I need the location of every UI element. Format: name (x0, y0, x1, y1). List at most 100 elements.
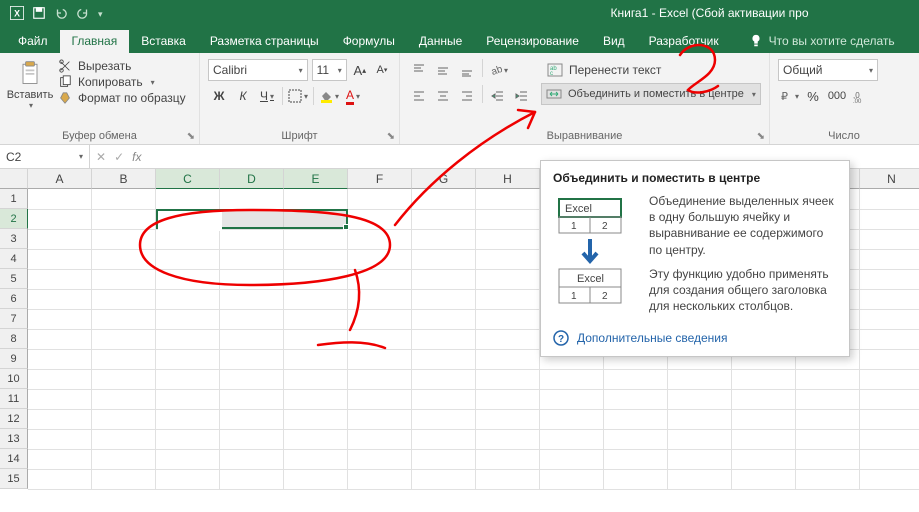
cell-F14[interactable] (348, 449, 412, 469)
name-box[interactable]: C2▾ (0, 145, 90, 168)
dialog-launcher-icon[interactable]: ⬊ (387, 131, 395, 142)
cell-H11[interactable] (476, 389, 540, 409)
cell-B1[interactable] (92, 189, 156, 209)
qat-dropdown-icon[interactable]: ▾ (98, 9, 103, 20)
column-header-D[interactable]: D (220, 169, 284, 189)
merge-center-button[interactable]: Объединить и поместить в центре ▾ (541, 83, 761, 105)
cell-A1[interactable] (28, 189, 92, 209)
cell-H7[interactable] (476, 309, 540, 329)
cell-B7[interactable] (92, 309, 156, 329)
cell-E13[interactable] (284, 429, 348, 449)
dialog-launcher-icon[interactable]: ⬊ (187, 131, 195, 142)
cell-E6[interactable] (284, 289, 348, 309)
cell-G3[interactable] (412, 229, 476, 249)
cell-N14[interactable] (859, 449, 919, 469)
cell-I13[interactable] (540, 429, 604, 449)
cell-N6[interactable] (859, 289, 919, 309)
cell-K10[interactable] (668, 369, 732, 389)
cell-B9[interactable] (92, 349, 156, 369)
cell-A15[interactable] (28, 469, 92, 489)
cell-M13[interactable] (795, 429, 859, 449)
cell-L10[interactable] (731, 369, 795, 389)
cell-E8[interactable] (284, 329, 348, 349)
cell-C10[interactable] (156, 369, 220, 389)
cell-G2[interactable] (412, 209, 476, 229)
cell-G14[interactable] (412, 449, 476, 469)
cell-M11[interactable] (795, 389, 859, 409)
cell-E15[interactable] (284, 469, 348, 489)
cell-I11[interactable] (540, 389, 604, 409)
cell-G1[interactable] (412, 189, 476, 209)
cell-D10[interactable] (220, 369, 284, 389)
cell-G9[interactable] (412, 349, 476, 369)
increase-decimal-button[interactable]: ,0,00 (850, 85, 872, 107)
cell-K12[interactable] (668, 409, 732, 429)
row-header-15[interactable]: 15 (0, 469, 28, 489)
cell-A14[interactable] (28, 449, 92, 469)
cell-B8[interactable] (92, 329, 156, 349)
tab-page-layout[interactable]: Разметка страницы (198, 30, 331, 53)
cell-I12[interactable] (540, 409, 604, 429)
cell-F2[interactable] (348, 209, 412, 229)
cell-A9[interactable] (28, 349, 92, 369)
tab-developer[interactable]: Разработчик (637, 30, 731, 53)
cell-N3[interactable] (859, 229, 919, 249)
cell-L15[interactable] (731, 469, 795, 489)
comma-button[interactable]: 000 (826, 85, 848, 107)
row-header-13[interactable]: 13 (0, 429, 28, 449)
cell-B5[interactable] (92, 269, 156, 289)
cell-D5[interactable] (220, 269, 284, 289)
bold-button[interactable]: Ж (208, 85, 230, 107)
cell-B13[interactable] (92, 429, 156, 449)
wrap-text-button[interactable]: abc Перенести текст (541, 59, 761, 81)
cell-C12[interactable] (156, 409, 220, 429)
cell-C14[interactable] (156, 449, 220, 469)
cell-B12[interactable] (92, 409, 156, 429)
cell-C7[interactable] (156, 309, 220, 329)
column-header-E[interactable]: E (284, 169, 348, 189)
cell-G15[interactable] (412, 469, 476, 489)
cell-A5[interactable] (28, 269, 92, 289)
row-header-12[interactable]: 12 (0, 409, 28, 429)
cell-N7[interactable] (859, 309, 919, 329)
row-header-11[interactable]: 11 (0, 389, 28, 409)
currency-button[interactable]: ₽▾ (778, 85, 800, 107)
cell-F13[interactable] (348, 429, 412, 449)
row-header-7[interactable]: 7 (0, 309, 28, 329)
border-button[interactable]: ▾ (287, 85, 309, 107)
cell-F11[interactable] (348, 389, 412, 409)
row-header-1[interactable]: 1 (0, 189, 28, 209)
format-painter-button[interactable]: Формат по образцу (58, 91, 186, 105)
cell-A6[interactable] (28, 289, 92, 309)
cell-F5[interactable] (348, 269, 412, 289)
cell-H14[interactable] (476, 449, 540, 469)
cell-E1[interactable] (284, 189, 348, 209)
cell-M14[interactable] (795, 449, 859, 469)
cell-E9[interactable] (284, 349, 348, 369)
cell-N11[interactable] (859, 389, 919, 409)
cell-C9[interactable] (156, 349, 220, 369)
cell-A2[interactable] (28, 209, 92, 229)
cell-L12[interactable] (731, 409, 795, 429)
cell-C15[interactable] (156, 469, 220, 489)
cell-J10[interactable] (604, 369, 668, 389)
cell-A7[interactable] (28, 309, 92, 329)
cell-J12[interactable] (604, 409, 668, 429)
tab-file[interactable]: Файл (6, 30, 60, 53)
save-icon[interactable] (32, 6, 46, 23)
dialog-launcher-icon[interactable]: ⬊ (757, 131, 765, 142)
cell-N4[interactable] (859, 249, 919, 269)
column-header-N[interactable]: N (860, 169, 919, 189)
tab-home[interactable]: Главная (60, 30, 130, 53)
cell-G11[interactable] (412, 389, 476, 409)
cell-N2[interactable] (859, 209, 919, 229)
cell-I14[interactable] (540, 449, 604, 469)
cell-F8[interactable] (348, 329, 412, 349)
tooltip-more-link[interactable]: ? Дополнительные сведения (553, 330, 837, 346)
copy-button[interactable]: Копировать▾ (58, 75, 186, 89)
cell-I15[interactable] (540, 469, 604, 489)
increase-font-button[interactable]: A▴ (351, 59, 369, 81)
row-header-9[interactable]: 9 (0, 349, 28, 369)
cell-G12[interactable] (412, 409, 476, 429)
orientation-button[interactable]: ab▾ (487, 59, 509, 81)
